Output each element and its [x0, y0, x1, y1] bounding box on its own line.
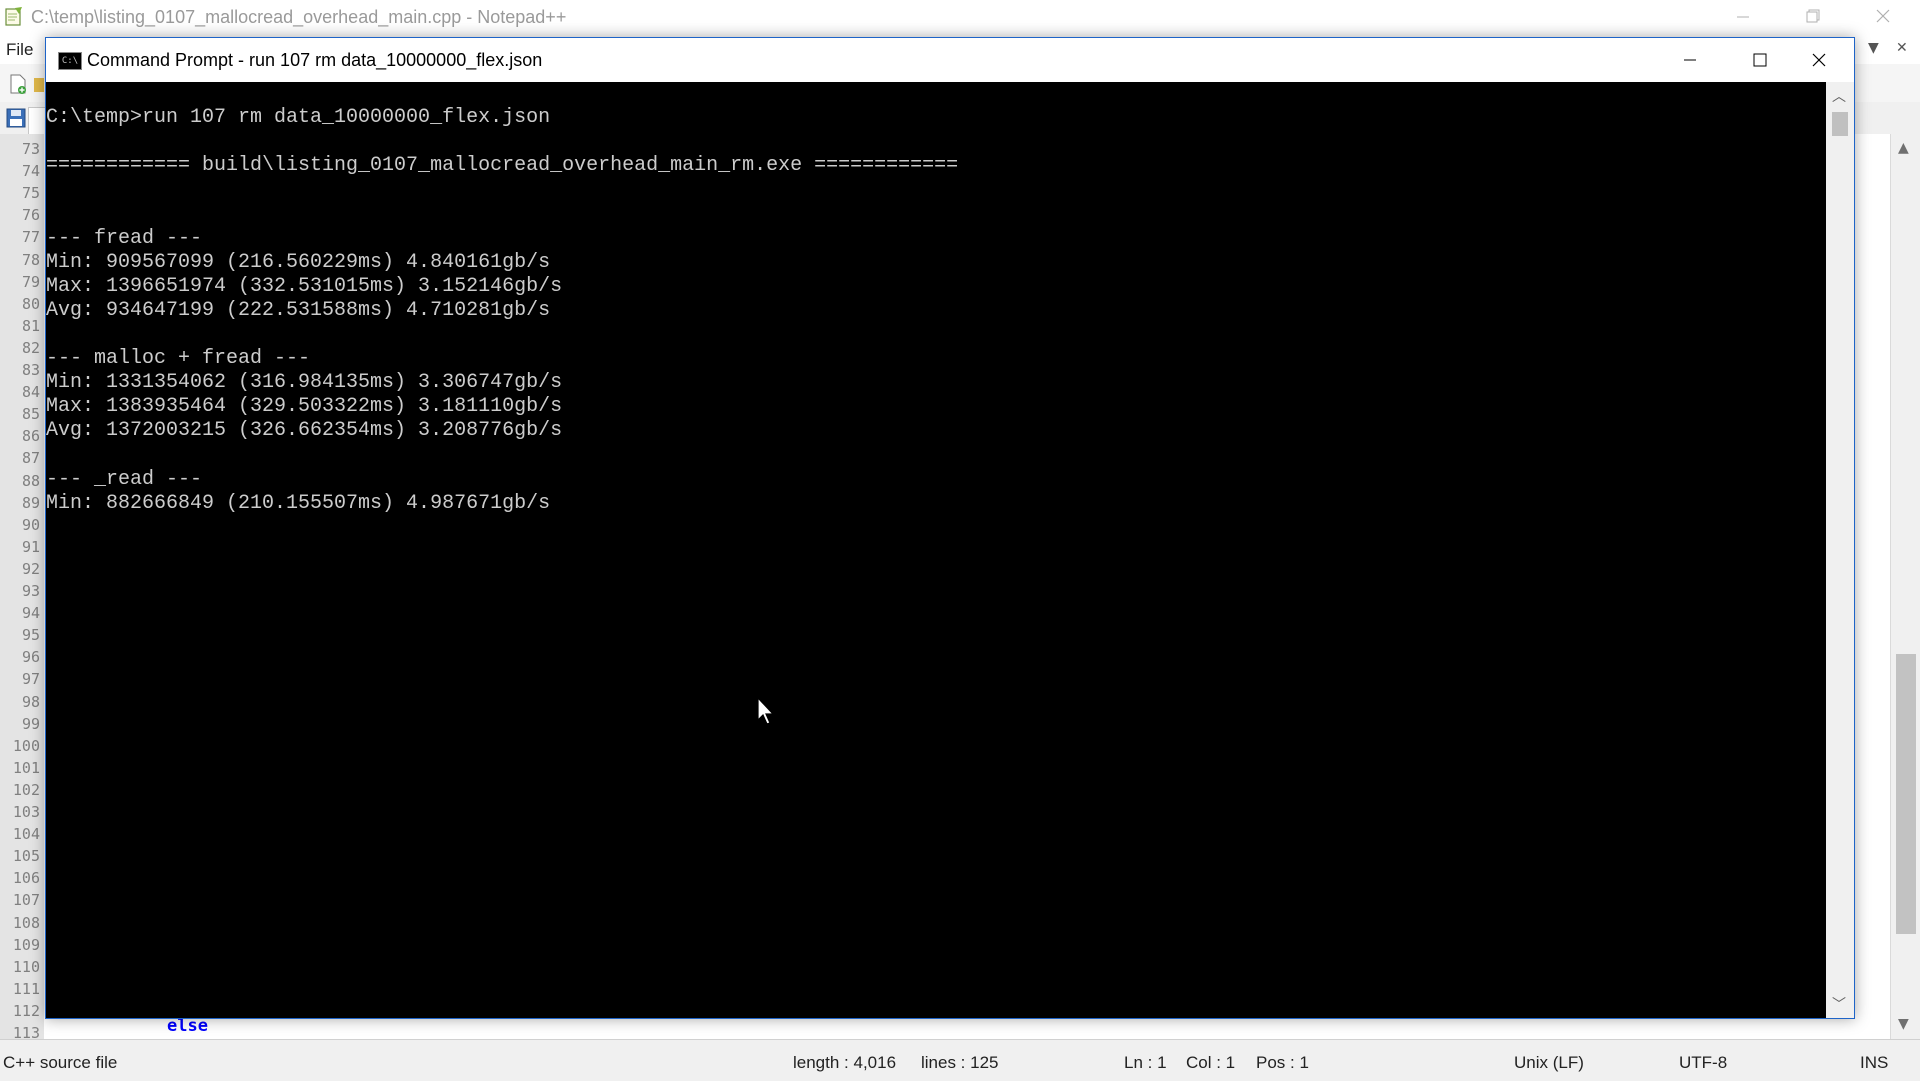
- line-number: 74: [21, 162, 40, 181]
- console-line: Avg: 934647199 (222.531588ms) 4.710281gb…: [46, 298, 551, 322]
- open-file-icon[interactable]: [34, 72, 44, 96]
- line-number: 76: [21, 206, 40, 225]
- line-number: 110: [12, 957, 40, 976]
- line-number: 73: [21, 140, 40, 158]
- console-line: Max: 1383935464 (329.503322ms) 3.181110g…: [46, 395, 563, 419]
- cmd-minimize-icon[interactable]: [1655, 38, 1725, 82]
- console-line: Min: 909567099 (216.560229ms) 4.840161gb…: [46, 250, 551, 274]
- line-number: 92: [21, 559, 40, 578]
- console-line: C:\temp>run 107 rm data_10000000_flex.js…: [46, 106, 551, 130]
- line-number: 80: [21, 294, 40, 313]
- line-number: 81: [21, 316, 40, 335]
- line-number: 94: [21, 604, 40, 623]
- console-line: ============ build\listing_0107_mallocre…: [46, 154, 959, 178]
- mouse-cursor-icon: [757, 697, 775, 725]
- line-number: 95: [21, 626, 40, 645]
- line-number: 102: [12, 780, 40, 799]
- line-number: 99: [21, 714, 40, 733]
- status-position: Pos : 1: [1256, 1053, 1309, 1072]
- line-number: 109: [12, 935, 40, 954]
- line-number: 112: [12, 1001, 40, 1020]
- line-number: 96: [21, 648, 40, 667]
- line-number: 90: [21, 515, 40, 534]
- console-line: Min: 1331354062 (316.984135ms) 3.306747g…: [46, 371, 563, 395]
- status-lines: lines : 125: [921, 1053, 999, 1072]
- console-line: Max: 1396651974 (332.531015ms) 3.152146g…: [46, 274, 563, 298]
- line-number: 86: [21, 427, 40, 446]
- status-eol-format[interactable]: Unix (LF): [1514, 1053, 1584, 1073]
- line-number: 105: [12, 847, 40, 866]
- notepadpp-window-title: C:\temp\listing_0107_mallocread_overhead…: [31, 7, 567, 27]
- line-number: 84: [21, 383, 40, 402]
- line-number: 83: [21, 361, 40, 379]
- line-number: 75: [21, 184, 40, 203]
- line-number: 78: [21, 250, 40, 269]
- status-length: length : 4,016: [793, 1053, 897, 1072]
- cmd-scroll-thumb[interactable]: [1832, 112, 1848, 136]
- notepadpp-vertical-scrollbar[interactable]: ▲ ▼: [1890, 134, 1920, 1039]
- command-prompt-title-bar[interactable]: C:\ Command Prompt - run 107 rm data_100…: [46, 38, 1854, 82]
- line-number: 101: [12, 758, 40, 777]
- console-line: Avg: 1372003215 (326.662354ms) 3.208776g…: [46, 419, 563, 443]
- line-number: 93: [21, 582, 40, 600]
- line-number: 87: [21, 449, 40, 468]
- line-number: 97: [21, 670, 40, 689]
- line-number: 108: [12, 913, 40, 932]
- line-number: 77: [21, 228, 40, 247]
- command-prompt-window: C:\ Command Prompt - run 107 rm data_100…: [45, 37, 1855, 1019]
- line-number: 89: [21, 493, 40, 512]
- status-file-type: C++ source file: [3, 1053, 118, 1072]
- console-output[interactable]: C:\temp>run 107 rm data_10000000_flex.js…: [46, 82, 1826, 1018]
- line-number: 100: [12, 736, 40, 755]
- cmd-scroll-down-arrow-icon[interactable]: ﹀: [1832, 994, 1846, 1014]
- status-insert-mode[interactable]: INS: [1860, 1053, 1888, 1073]
- status-line-number: Ln : 1: [1124, 1053, 1167, 1072]
- notepadpp-status-bar: C++ source file length : 4,016 lines : 1…: [0, 1039, 1920, 1081]
- tab-list-dropdown-icon[interactable]: ▼: [1868, 40, 1879, 56]
- console-line: Min: 882666849 (210.155507ms) 4.987671gb…: [46, 491, 551, 515]
- console-line: --- _read ---: [46, 467, 203, 491]
- saved-file-tab-icon[interactable]: [6, 108, 28, 128]
- scroll-down-arrow-icon[interactable]: ▼: [1898, 1016, 1909, 1032]
- console-line: --- fread ---: [46, 226, 203, 250]
- line-number: 104: [12, 825, 40, 844]
- new-file-icon[interactable]: [6, 72, 30, 96]
- notepadpp-scroll-thumb[interactable]: [1896, 654, 1916, 934]
- console-line: --- malloc + fread ---: [46, 347, 311, 371]
- cmd-vertical-scrollbar[interactable]: ︿ ﹀: [1826, 82, 1854, 1018]
- cmd-scroll-up-arrow-icon[interactable]: ︿: [1832, 86, 1846, 106]
- status-encoding[interactable]: UTF-8: [1679, 1053, 1727, 1073]
- line-number: 79: [21, 272, 40, 291]
- line-number-gutter: 73 74 75 76 77 78 79 80 81 82 83 84 85 86 87 88 89 90 91 92…: [0, 134, 44, 1042]
- scroll-up-arrow-icon[interactable]: ▲: [1898, 140, 1909, 156]
- line-number: 103: [12, 803, 40, 821]
- close-document-icon[interactable]: ✕: [1896, 40, 1908, 56]
- code-keyword-else: else: [167, 1016, 208, 1036]
- line-number: 91: [21, 537, 40, 556]
- line-number: 106: [12, 869, 40, 888]
- menu-file[interactable]: File: [6, 40, 33, 60]
- notepadpp-close-icon[interactable]: [1853, 0, 1913, 34]
- notepadpp-title-bar[interactable]: C:\temp\listing_0107_mallocread_overhead…: [0, 0, 1920, 34]
- line-number: 107: [12, 891, 40, 910]
- line-number: 98: [21, 692, 40, 711]
- notepadpp-minimize-icon[interactable]: [1713, 0, 1773, 34]
- notepadpp-app-icon: [5, 7, 22, 26]
- cmd-close-icon[interactable]: [1784, 38, 1854, 82]
- line-number: 82: [21, 338, 40, 357]
- notepadpp-restore-icon[interactable]: [1783, 0, 1843, 34]
- line-number: 88: [21, 471, 40, 490]
- line-number: 85: [21, 405, 40, 424]
- line-number: 111: [12, 979, 40, 998]
- active-file-tab[interactable]: [28, 107, 46, 134]
- command-prompt-title: Command Prompt - run 107 rm data_1000000…: [87, 50, 543, 70]
- status-column: Col : 1: [1186, 1053, 1236, 1072]
- command-prompt-icon: C:\: [58, 52, 82, 70]
